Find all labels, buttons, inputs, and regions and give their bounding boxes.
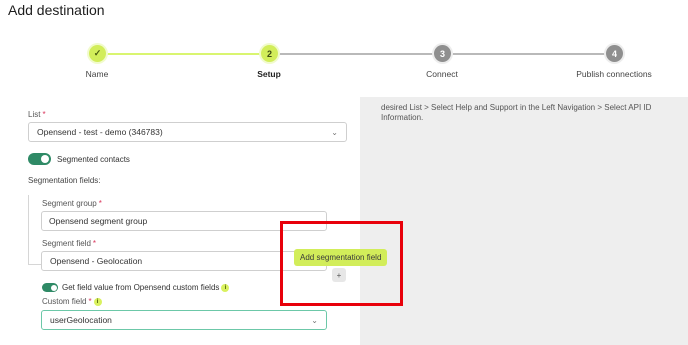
list-select[interactable]: Opensend - test - demo (346783) ⌄: [28, 122, 347, 142]
segmented-contacts-label: Segmented contacts: [57, 155, 130, 164]
step-4-label: Publish connections: [576, 69, 652, 79]
stepper-line-complete: [97, 53, 269, 55]
segment-field-label: Segment field *: [42, 239, 97, 248]
step-1-check-icon[interactable]: ✓: [89, 45, 106, 62]
custom-field-select[interactable]: userGeolocation ⌄: [41, 310, 327, 330]
step-4-circle[interactable]: 4: [606, 45, 623, 62]
custom-fields-toggle[interactable]: [42, 283, 58, 292]
page-title: Add destination: [8, 2, 105, 18]
custom-fields-toggle-label: Get field value from Opensend custom fie…: [62, 283, 230, 292]
info-icon[interactable]: i: [221, 283, 230, 292]
info-icon[interactable]: i: [93, 297, 102, 306]
help-text: desired List > Select Help and Support i…: [381, 103, 652, 122]
chevron-down-icon: ⌄: [331, 127, 338, 137]
list-select-value: Opensend - test - demo (346783): [37, 127, 163, 137]
progress-stepper: ✓ Name 2 Setup 3 Connect 4 Publish conne…: [0, 40, 688, 85]
step-1-label: Name: [85, 69, 109, 79]
segmentation-fields-heading: Segmentation fields:: [28, 176, 101, 185]
help-panel: desired List > Select Help and Support i…: [360, 97, 688, 345]
step-3-circle[interactable]: 3: [434, 45, 451, 62]
list-label: List *: [28, 110, 46, 119]
chevron-down-icon: ⌄: [311, 315, 318, 325]
step-3-label: Connect: [426, 69, 458, 79]
step-2-circle[interactable]: 2: [261, 45, 278, 62]
segment-group-label: Segment group *: [42, 199, 102, 208]
custom-field-label: Custom field * i: [42, 297, 102, 306]
highlight-box: [280, 221, 403, 306]
segmented-contacts-toggle[interactable]: [28, 153, 51, 165]
segment-field-value: Opensend - Geolocation: [50, 256, 143, 266]
custom-field-value: userGeolocation: [50, 315, 112, 325]
step-2-label: Setup: [257, 69, 281, 79]
